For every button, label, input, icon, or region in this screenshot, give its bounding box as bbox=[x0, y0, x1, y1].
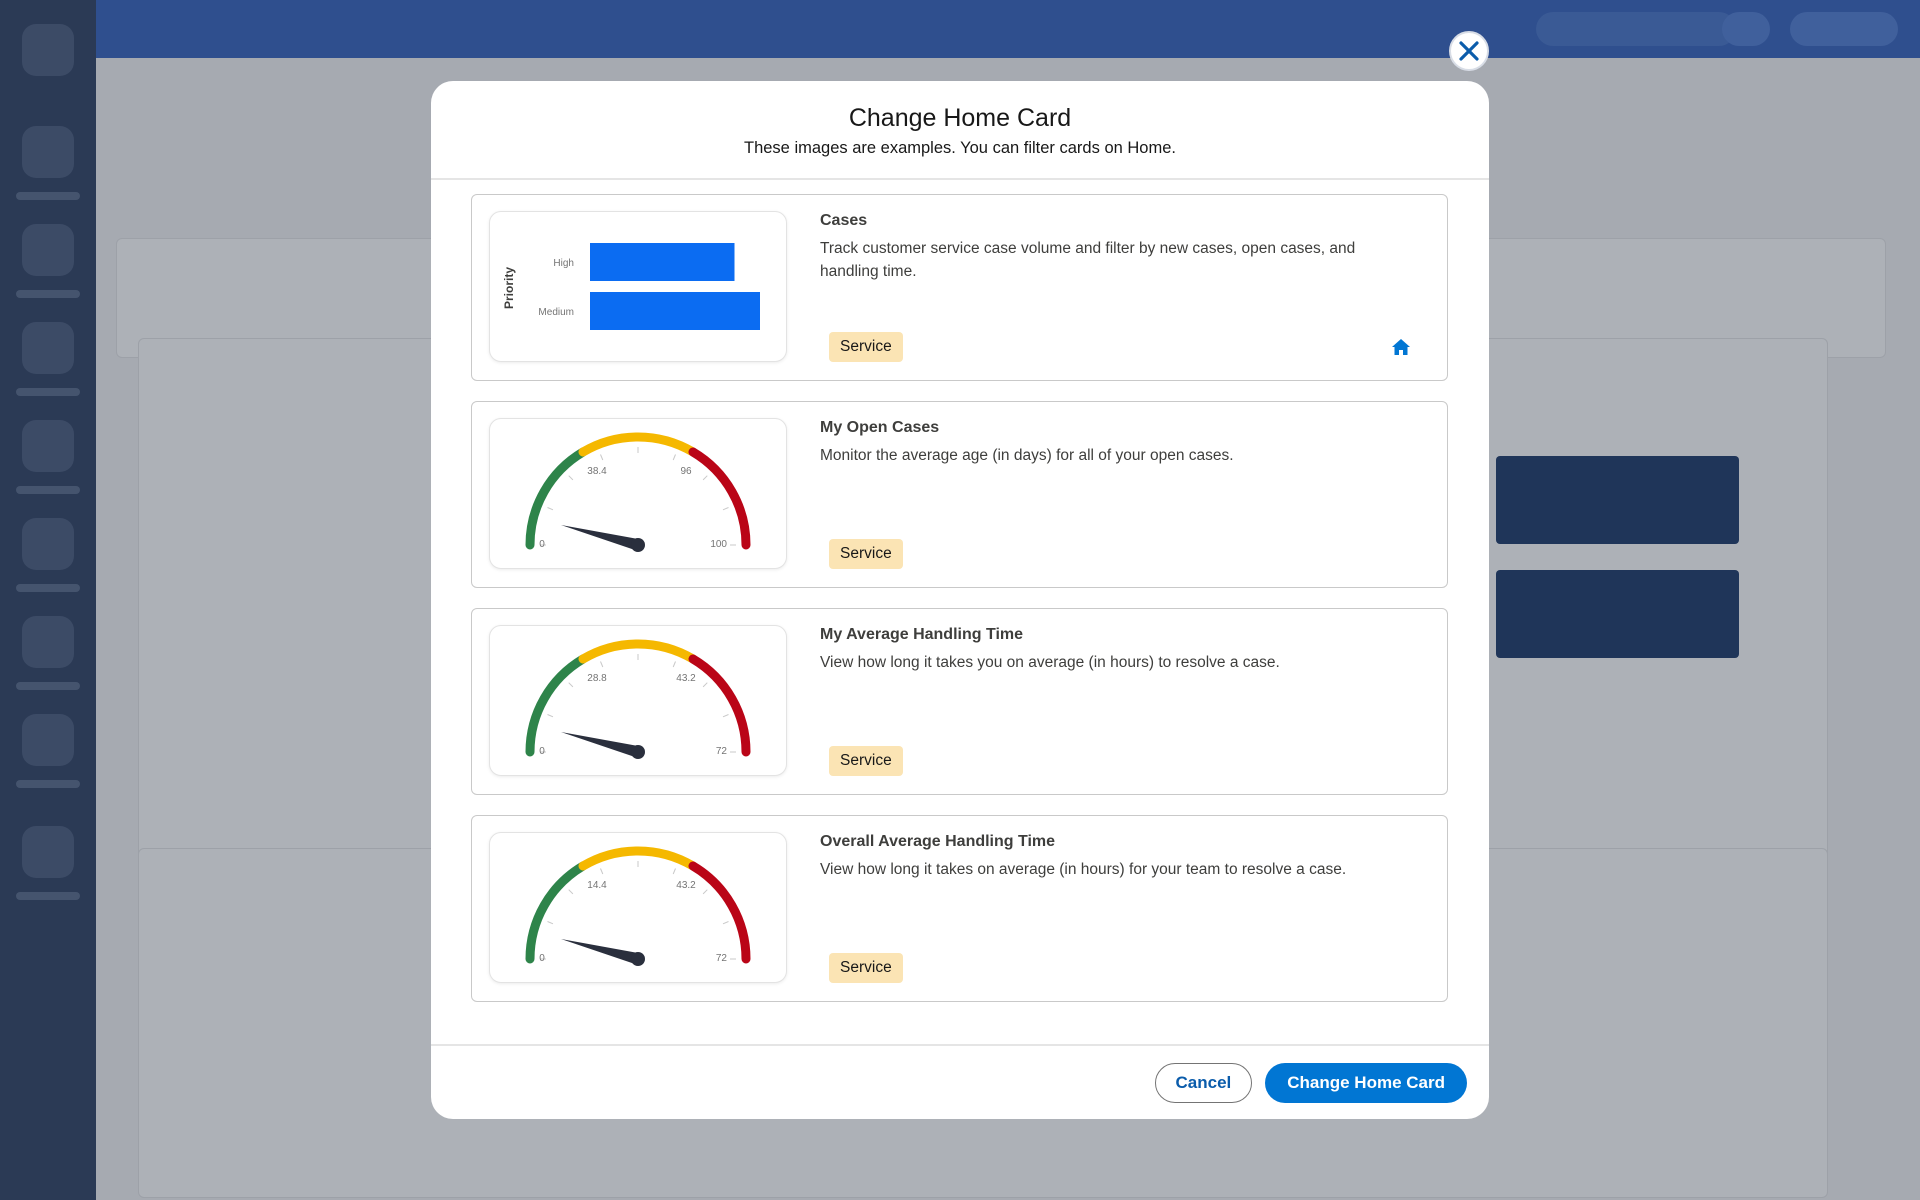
bar-medium bbox=[590, 292, 760, 330]
bar-chart-axis-label: Priority bbox=[502, 267, 516, 309]
card-title: My Average Handling Time bbox=[820, 626, 1024, 643]
bar-label-medium: Medium bbox=[538, 307, 574, 318]
gauge-tick bbox=[568, 475, 574, 481]
gauge-chart: 0 38.4 96 100 bbox=[525, 432, 751, 552]
bar-chart: Priority High Medium bbox=[502, 243, 760, 330]
change-home-card-button[interactable]: Change Home Card bbox=[1265, 1062, 1467, 1103]
gauge-label-band1: 38.4 bbox=[587, 466, 607, 477]
gauge-tick bbox=[600, 454, 604, 461]
background-topbar bbox=[96, 0, 1920, 58]
card-preview-gauge: 0 28.8 43.2 72 bbox=[489, 625, 787, 776]
card-preview-gauge: 0 38.4 96 100 bbox=[489, 418, 787, 569]
card-title: My Open Cases bbox=[820, 419, 940, 436]
gauge-chart: 0 14.4 43.2 72 bbox=[525, 846, 751, 966]
gauge-label-max: 72 bbox=[716, 746, 728, 757]
gauge-label-min: 0 bbox=[539, 746, 545, 757]
gauge-label-min: 0 bbox=[539, 953, 545, 964]
card-preview-gauge: 0 14.4 43.2 72 bbox=[489, 832, 787, 983]
card-description: View how long it takes you on average (i… bbox=[820, 654, 1280, 671]
card-description: View how long it takes on average (in ho… bbox=[820, 861, 1347, 878]
gauge-tick bbox=[547, 921, 554, 925]
gauge-tick bbox=[672, 868, 676, 875]
bar-label-high: High bbox=[553, 258, 574, 269]
category-badge: Service bbox=[829, 953, 903, 983]
close-icon bbox=[1459, 41, 1479, 61]
gauge-tick bbox=[722, 714, 729, 718]
card-title: Cases bbox=[820, 212, 868, 229]
gauge-tick bbox=[702, 475, 708, 481]
gauge-arc-green bbox=[525, 654, 588, 757]
gauge-label-band1: 14.4 bbox=[587, 880, 607, 891]
card-option-overall-average-handling-time[interactable]: 0 14.4 43.2 72 Overall Average Handling … bbox=[471, 815, 1448, 1002]
gauge-tick bbox=[600, 661, 604, 668]
gauge-needle bbox=[561, 525, 645, 552]
gauge-arc-red bbox=[688, 654, 751, 757]
gauge-label-min: 0 bbox=[539, 539, 545, 550]
gauge-tick bbox=[702, 682, 708, 688]
gauge-label-band2: 43.2 bbox=[676, 673, 696, 684]
card-option-my-open-cases[interactable]: 0 38.4 96 100 My Open Cases Monitor the … bbox=[471, 401, 1448, 588]
category-badge: Service bbox=[829, 746, 903, 776]
gauge-tick bbox=[547, 714, 554, 718]
modal-subtitle: These images are examples. You can filte… bbox=[744, 139, 1176, 157]
gauge-label-max: 100 bbox=[710, 539, 727, 550]
modal-header: Change Home Card These images are exampl… bbox=[431, 81, 1489, 180]
gauge-arc-red bbox=[688, 861, 751, 964]
gauge-tick bbox=[722, 921, 729, 925]
gauge-tick bbox=[568, 682, 574, 688]
card-preview-bar-chart: Priority High Medium bbox=[489, 211, 787, 362]
gauge-label-band1: 28.8 bbox=[587, 673, 607, 684]
background-sidebar bbox=[0, 0, 96, 1200]
close-button[interactable] bbox=[1449, 31, 1489, 71]
gauge-tick bbox=[568, 889, 574, 895]
card-description: Track customer service case volume and f… bbox=[820, 240, 1356, 280]
gauge-arc-green bbox=[525, 861, 588, 964]
bar-high bbox=[590, 243, 735, 281]
modal-title: Change Home Card bbox=[848, 104, 1072, 132]
gauge-arc-red bbox=[688, 447, 751, 550]
change-home-card-modal: Change Home Card These images are exampl… bbox=[431, 81, 1489, 1119]
card-description: Monitor the average age (in days) for al… bbox=[820, 447, 1234, 464]
card-title: Overall Average Handling Time bbox=[820, 833, 1056, 850]
home-icon bbox=[1392, 339, 1410, 355]
category-badge: Service bbox=[829, 332, 903, 362]
gauge-tick bbox=[547, 507, 554, 511]
gauge-label-band2: 96 bbox=[680, 466, 692, 477]
gauge-needle bbox=[561, 939, 645, 966]
gauge-label-band2: 43.2 bbox=[676, 880, 696, 891]
category-badge: Service bbox=[829, 539, 903, 569]
gauge-arc-green bbox=[525, 447, 588, 550]
card-option-my-average-handling-time[interactable]: 0 28.8 43.2 72 My Average Handling Time … bbox=[471, 608, 1448, 795]
cancel-button[interactable]: Cancel bbox=[1154, 1062, 1253, 1103]
gauge-chart: 0 28.8 43.2 72 bbox=[525, 639, 751, 759]
gauge-tick bbox=[702, 889, 708, 895]
gauge-needle bbox=[561, 732, 645, 759]
gauge-tick bbox=[672, 661, 676, 668]
gauge-tick bbox=[722, 507, 729, 511]
card-option-cases[interactable]: Priority High Medium Cases Track custome… bbox=[471, 194, 1448, 381]
gauge-label-max: 72 bbox=[716, 953, 728, 964]
gauge-tick bbox=[672, 454, 676, 461]
modal-footer: Cancel Change Home Card bbox=[431, 1044, 1489, 1119]
gauge-tick bbox=[600, 868, 604, 875]
card-list: Priority High Medium Cases Track custome… bbox=[431, 180, 1489, 1025]
